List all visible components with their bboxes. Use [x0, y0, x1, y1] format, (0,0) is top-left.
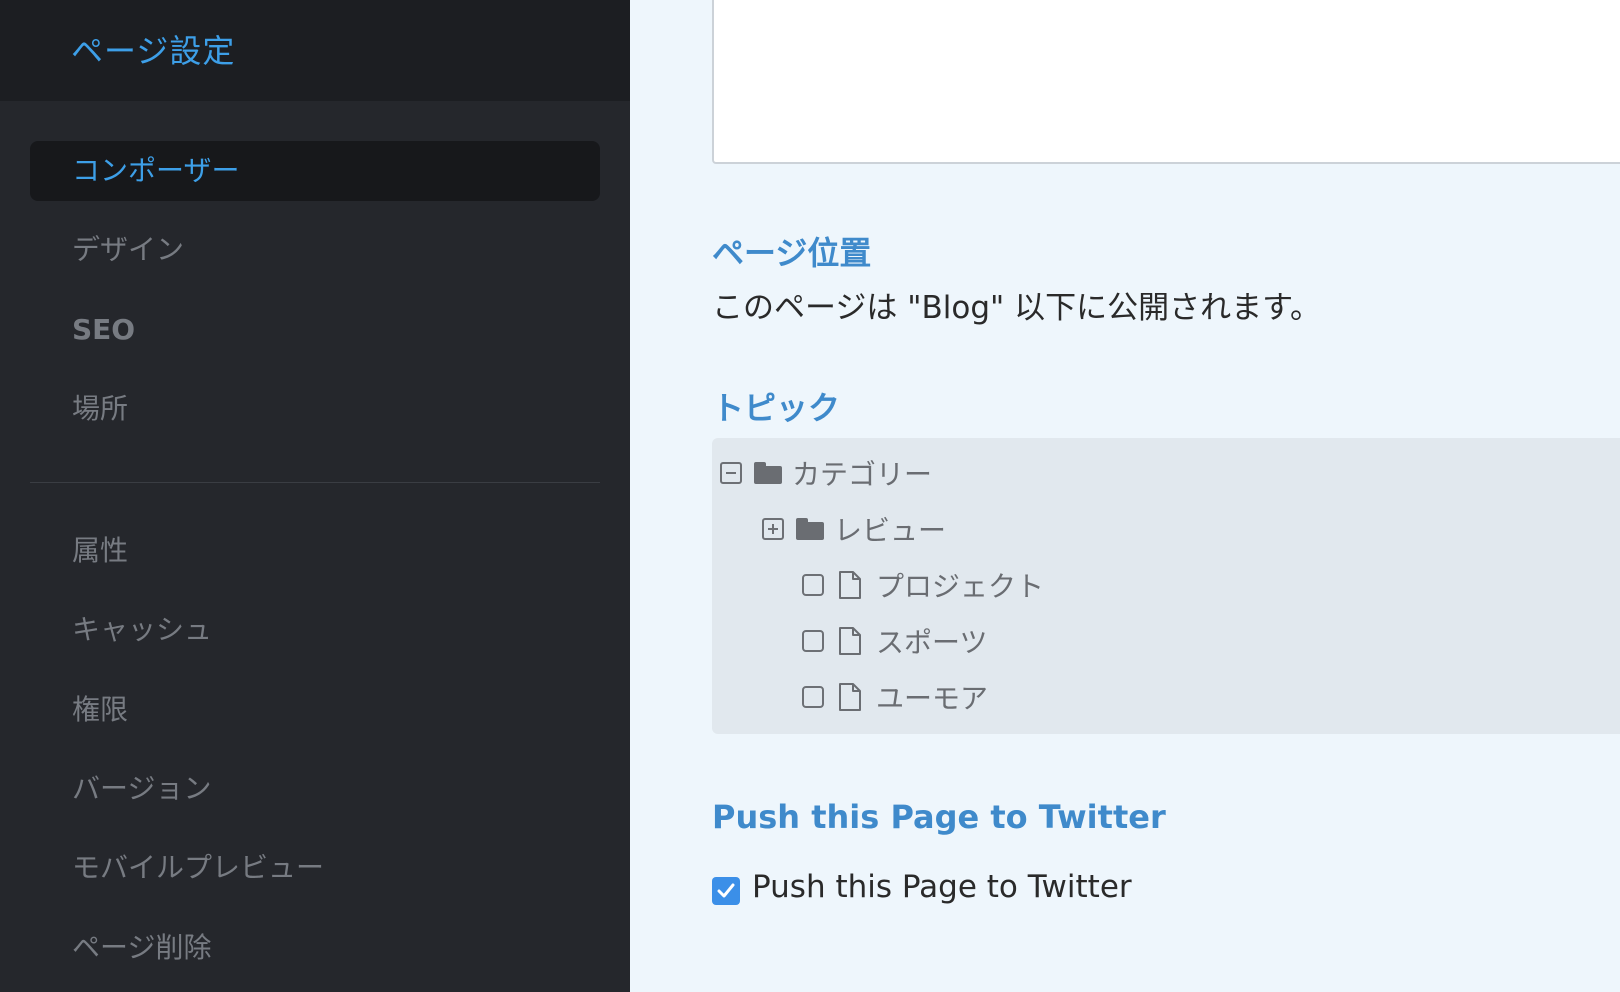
twitter-checkbox-label[interactable]: Push this Page to Twitter [752, 869, 1132, 905]
tree-node-project: プロジェクト [802, 565, 1044, 605]
sidebar-divider [30, 482, 600, 483]
tree-node-sports: スポーツ [802, 621, 987, 661]
tree-node-label[interactable]: カテゴリー [792, 453, 932, 493]
main-content: ページ位置 このページは "Blog" 以下に公開されます。 トピック カテゴリ… [630, 0, 1620, 992]
file-icon [839, 683, 861, 711]
description-textarea[interactable] [712, 0, 1620, 164]
sidebar-item-attributes[interactable]: 属性 [30, 521, 600, 581]
tree-node-review: レビュー [762, 509, 946, 549]
tree-node-label[interactable]: ユーモア [876, 677, 988, 717]
tree-node-category: カテゴリー [720, 453, 932, 493]
tree-node-label[interactable]: レビュー [834, 509, 946, 549]
sidebar-item-cache[interactable]: キャッシュ [30, 600, 600, 660]
sidebar-item-design[interactable]: デザイン [30, 220, 600, 280]
tree-node-label[interactable]: スポーツ [876, 621, 987, 661]
sidebar: ページ設定 コンポーザー デザイン SEO 場所 属性 キャッシュ 権限 バージ… [0, 0, 630, 992]
topics-heading: トピック [712, 389, 841, 427]
sidebar-header: ページ設定 [0, 0, 630, 101]
file-icon [839, 571, 861, 599]
expand-icon[interactable] [762, 518, 784, 540]
topic-checkbox[interactable] [802, 574, 824, 596]
topic-checkbox[interactable] [802, 686, 824, 708]
collapse-icon[interactable] [720, 462, 742, 484]
twitter-heading: Push this Page to Twitter [712, 798, 1166, 836]
page-location-heading: ページ位置 [712, 234, 872, 272]
file-icon [839, 627, 861, 655]
sidebar-item-permissions[interactable]: 権限 [30, 680, 600, 740]
page-location-text: このページは "Blog" 以下に公開されます。 [712, 290, 1322, 326]
sidebar-item-mobile-preview[interactable]: モバイルプレビュー [30, 838, 600, 898]
tree-node-label[interactable]: プロジェクト [876, 565, 1044, 605]
tree-node-humor: ユーモア [802, 677, 988, 717]
folder-icon [754, 462, 782, 484]
twitter-checkbox[interactable] [712, 877, 740, 905]
sidebar-item-composer[interactable]: コンポーザー [30, 141, 600, 201]
folder-icon [796, 518, 824, 540]
sidebar-item-versions[interactable]: バージョン [30, 759, 600, 819]
sidebar-item-delete-page[interactable]: ページ削除 [30, 918, 600, 978]
page-settings-title: ページ設定 [71, 32, 236, 70]
topic-tree: カテゴリー レビュー プロジェクト スポーツ ユーモア [712, 438, 1620, 734]
sidebar-item-location[interactable]: 場所 [30, 379, 600, 439]
checkmark-icon [717, 883, 735, 898]
topic-checkbox[interactable] [802, 630, 824, 652]
sidebar-item-seo[interactable]: SEO [30, 300, 600, 360]
